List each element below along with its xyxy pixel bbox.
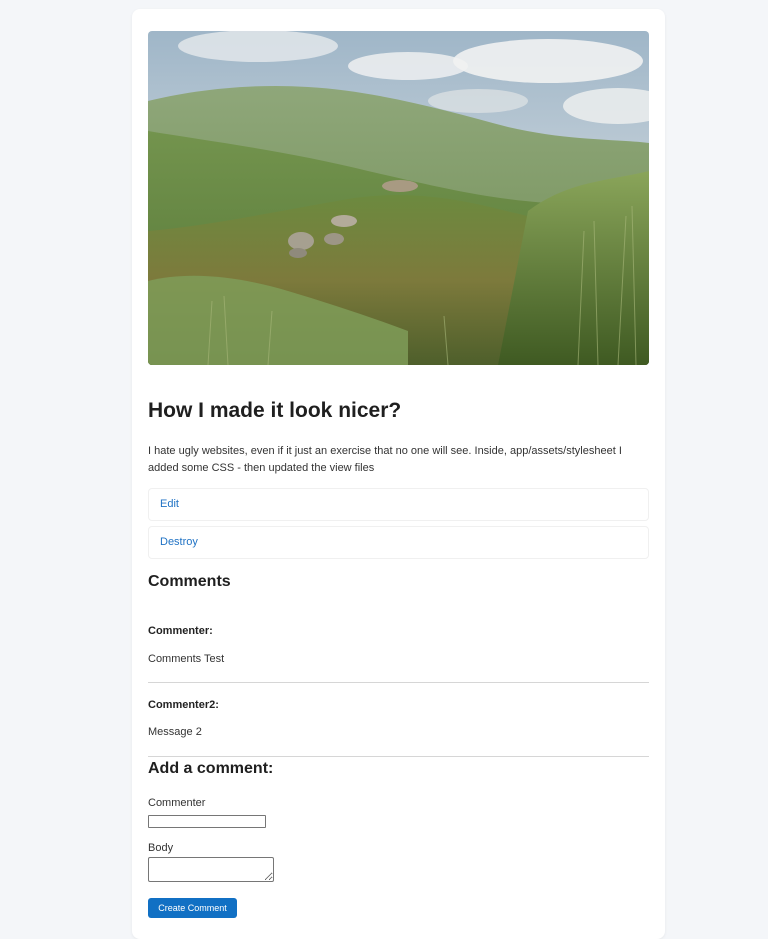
comment-commenter: Commenter2:	[148, 699, 219, 711]
comments-heading: Comments	[148, 573, 231, 590]
body-textarea[interactable]	[148, 857, 274, 882]
post-card: How I made it look nicer? I hate ugly we…	[132, 9, 665, 939]
commenter-label: Commenter	[148, 797, 206, 809]
commenter-input[interactable]	[148, 815, 266, 828]
post-body: I hate ugly websites, even if it just an…	[148, 445, 622, 474]
destroy-link[interactable]: Destroy	[148, 526, 649, 559]
comment-commenter: Commenter:	[148, 625, 213, 637]
add-comment-heading: Add a comment:	[148, 760, 274, 777]
comment-divider	[148, 756, 649, 757]
comment-divider	[148, 682, 649, 683]
post-image	[148, 31, 649, 365]
post-title: How I made it look nicer?	[148, 399, 402, 422]
comment-body: Comments Test	[148, 653, 225, 665]
edit-link[interactable]: Edit	[148, 488, 649, 521]
create-comment-button[interactable]: Create Comment	[148, 898, 237, 918]
body-label: Body	[148, 842, 174, 854]
comment-body: Message 2	[148, 726, 202, 738]
